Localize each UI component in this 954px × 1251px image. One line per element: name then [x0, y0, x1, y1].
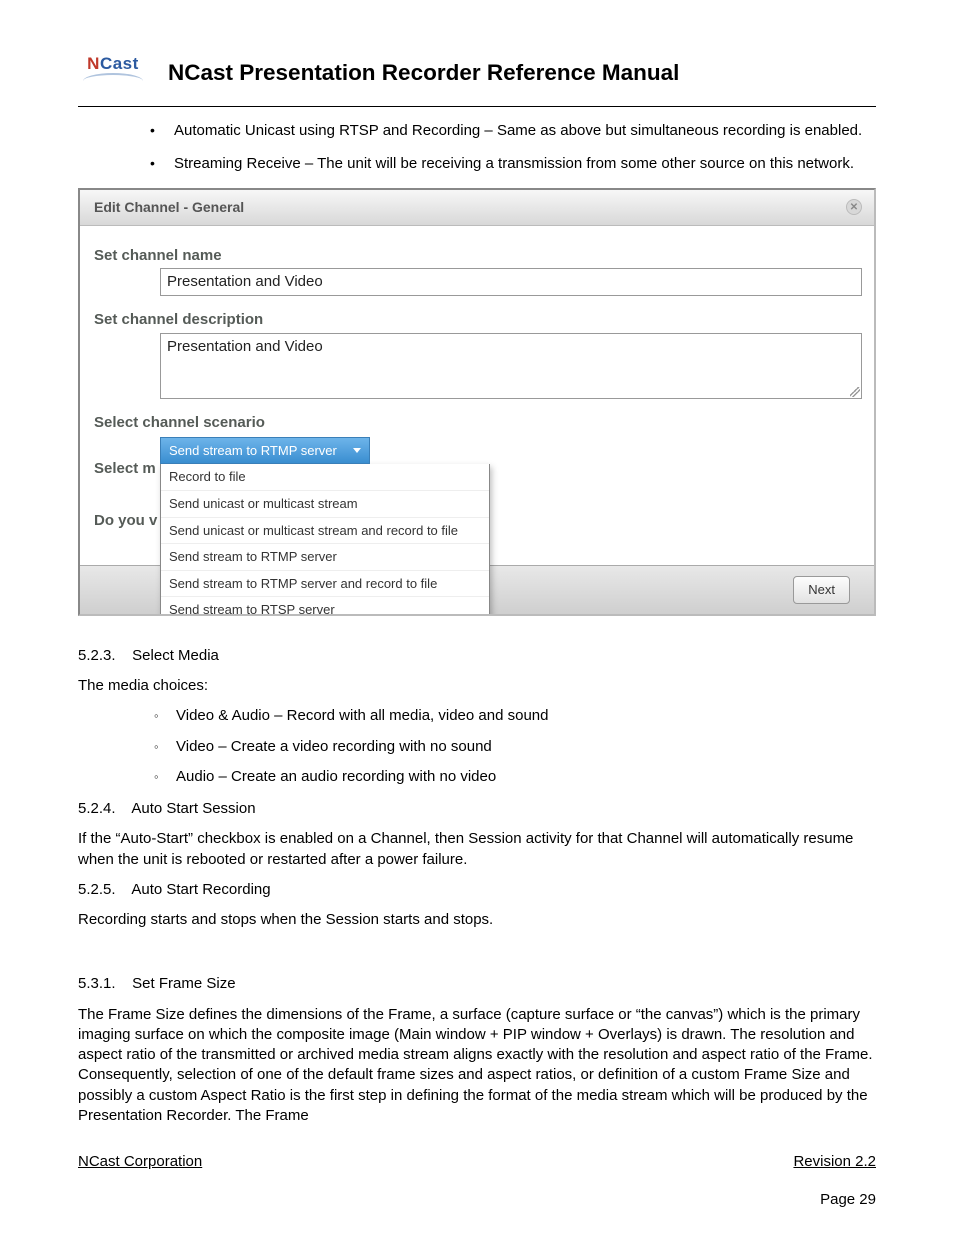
label-channel-scenario: Select channel scenario: [80, 399, 874, 435]
scenario-selected-text: Send stream to RTMP server: [169, 442, 337, 460]
dialog-titlebar: Edit Channel - General ✕: [80, 190, 874, 226]
section-title: Set Frame Size: [132, 975, 235, 992]
resize-grip-icon[interactable]: [850, 387, 860, 397]
list-item: Video & Audio – Record with all media, v…: [154, 706, 876, 726]
channel-description-input[interactable]: Presentation and Video: [160, 333, 862, 399]
dialog-title: Edit Channel - General: [94, 198, 244, 217]
scenario-option[interactable]: Send stream to RTMP server and record to…: [161, 570, 489, 597]
scenario-option[interactable]: Send unicast or multicast stream: [161, 490, 489, 517]
ncast-logo: NCast: [78, 50, 148, 84]
section-title: Select Media: [132, 647, 219, 664]
chevron-down-icon: [353, 448, 361, 453]
edit-channel-dialog: Edit Channel - General ✕ Set channel nam…: [78, 188, 876, 616]
next-button[interactable]: Next: [793, 576, 850, 604]
intro-bullet-list: Automatic Unicast using RTSP and Recordi…: [78, 121, 876, 174]
section-heading-523: 5.2.3. Select Media: [78, 646, 876, 666]
label-channel-name: Set channel name: [80, 224, 874, 268]
scenario-option[interactable]: Record to file: [161, 464, 489, 490]
logo-n: N: [87, 54, 100, 73]
section-heading-525: 5.2.5. Auto Start Recording: [78, 880, 876, 900]
section-number: 5.2.3.: [78, 646, 128, 666]
footer-company: NCast Corporation: [78, 1152, 202, 1172]
paragraph: The media choices:: [78, 676, 876, 696]
channel-name-input[interactable]: Presentation and Video: [160, 268, 862, 296]
page-number: Page 29: [78, 1190, 876, 1210]
paragraph: The Frame Size defines the dimensions of…: [78, 1005, 876, 1127]
logo-cast: Cast: [100, 54, 139, 73]
scenario-options-list: Record to file Send unicast or multicast…: [160, 464, 490, 615]
section-heading-531: 5.3.1. Set Frame Size: [78, 974, 876, 994]
footer-revision: Revision 2.2: [793, 1152, 876, 1172]
label-truncated-do-you: Do you v: [80, 511, 160, 533]
scenario-option[interactable]: Send stream to RTSP server: [161, 596, 489, 616]
section-title: Auto Start Recording: [131, 881, 270, 898]
header-divider: [78, 106, 876, 107]
logo-swoosh-icon: [83, 73, 143, 81]
media-choices-list: Video & Audio – Record with all media, v…: [78, 706, 876, 787]
header-row: NCast NCast Presentation Recorder Refere…: [78, 50, 876, 88]
paragraph: If the “Auto-Start” checkbox is enabled …: [78, 829, 876, 870]
list-item: Video – Create a video recording with no…: [154, 737, 876, 757]
label-truncated-select-media: Select m: [80, 459, 160, 481]
section-number: 5.2.5.: [78, 880, 128, 900]
section-title: Auto Start Session: [131, 800, 255, 817]
close-icon[interactable]: ✕: [846, 199, 862, 215]
list-item: Audio – Create an audio recording with n…: [154, 767, 876, 787]
label-channel-description: Set channel description: [80, 296, 874, 332]
list-item: Streaming Receive – The unit will be rec…: [150, 154, 876, 174]
list-item: Automatic Unicast using RTSP and Recordi…: [150, 121, 876, 141]
paragraph: Recording starts and stops when the Sess…: [78, 910, 876, 930]
section-number: 5.3.1.: [78, 974, 128, 994]
section-heading-524: 5.2.4. Auto Start Session: [78, 799, 876, 819]
page-footer: NCast Corporation Revision 2.2: [78, 1152, 876, 1172]
document-title: NCast Presentation Recorder Reference Ma…: [168, 58, 679, 88]
scenario-select[interactable]: Send stream to RTMP server: [160, 437, 370, 465]
section-number: 5.2.4.: [78, 799, 128, 819]
scenario-option[interactable]: Send unicast or multicast stream and rec…: [161, 517, 489, 544]
scenario-option[interactable]: Send stream to RTMP server: [161, 543, 489, 570]
